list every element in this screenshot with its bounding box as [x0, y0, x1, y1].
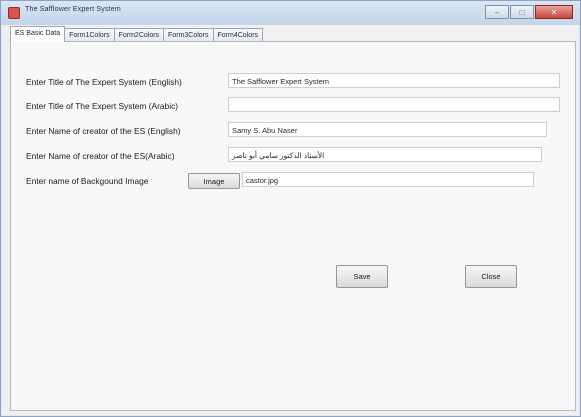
- image-button[interactable]: Image: [188, 173, 240, 189]
- close-window-button[interactable]: ✕: [535, 5, 573, 19]
- tab-strip: ES Basic Data Form1Colors Form2Colors Fo…: [10, 26, 263, 42]
- title-english-label: Enter Title of The Expert System (Englis…: [26, 77, 182, 87]
- tab-es-basic-data[interactable]: ES Basic Data: [10, 26, 66, 42]
- title-bar[interactable]: The Safflower Expert System – □ ✕: [1, 1, 580, 25]
- app-icon: [8, 7, 20, 19]
- minimize-button[interactable]: –: [485, 5, 509, 19]
- tab-form1-colors[interactable]: Form1Colors: [64, 28, 115, 42]
- tab-form3-colors[interactable]: Form3Colors: [163, 28, 214, 42]
- window-controls: – □ ✕: [485, 5, 573, 19]
- tab-form2-colors[interactable]: Form2Colors: [113, 28, 165, 42]
- title-arabic-field[interactable]: [228, 97, 560, 112]
- save-button[interactable]: Save: [336, 265, 388, 288]
- close-button[interactable]: Close: [465, 265, 517, 288]
- maximize-button[interactable]: □: [510, 5, 534, 19]
- tab-form4-colors[interactable]: Form4Colors: [212, 28, 263, 42]
- main-window: The Safflower Expert System – □ ✕ ES Bas…: [0, 0, 581, 417]
- creator-english-label: Enter Name of creator of the ES (English…: [26, 126, 181, 136]
- background-image-field[interactable]: castor.jpg: [242, 172, 534, 187]
- title-english-field[interactable]: The Safflower Expert System: [228, 73, 560, 88]
- title-arabic-label: Enter Title of The Expert System (Arabic…: [26, 101, 179, 111]
- background-image-label: Enter name of Backgound Image: [26, 176, 149, 186]
- creator-english-field[interactable]: Samy S. Abu Naser: [228, 122, 547, 137]
- creator-arabic-label: Enter Name of creator of the ES(Arabic): [26, 151, 175, 161]
- creator-arabic-field[interactable]: الأستاذ الدكتور سامي أبو ناصر: [228, 147, 542, 162]
- window-title: The Safflower Expert System: [25, 6, 121, 13]
